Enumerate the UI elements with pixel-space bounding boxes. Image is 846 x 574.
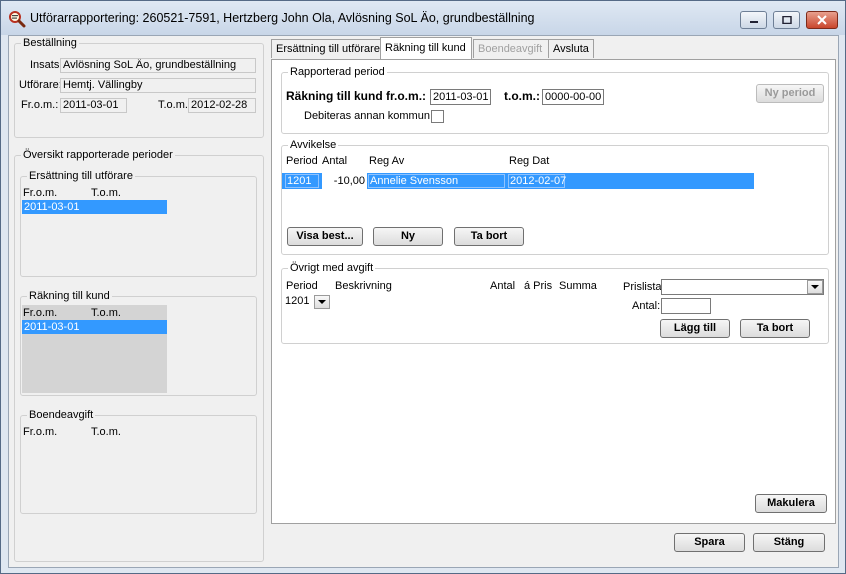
ersattning-col-from: Fr.o.m. [23, 187, 58, 199]
ersattning-row[interactable]: 2011-03-01 [22, 200, 167, 214]
stang-button[interactable]: Stäng [753, 533, 825, 552]
tab-avsluta-label: Avsluta [553, 43, 589, 55]
utforare-value: Hemtj. Vällingby [60, 78, 256, 93]
chevron-down-icon [318, 300, 326, 304]
close-icon [817, 15, 827, 25]
antal-input[interactable] [661, 298, 711, 314]
makulera-button[interactable]: Makulera [755, 494, 827, 513]
rakning-col-from: Fr.o.m. [23, 307, 58, 319]
minimize-icon [749, 21, 758, 23]
client-area: Beställning Insats: Avlösning SoL Äo, gr… [8, 35, 839, 568]
tom-input-label: t.o.m.: [504, 89, 540, 103]
main-window: Utförarrapportering: 260521-7591, Hertzb… [0, 0, 846, 574]
avvikelse-col-antal: Antal [322, 155, 348, 167]
tab-rakning-label: Räkning till kund [385, 42, 466, 54]
magnifier-report-icon [9, 11, 26, 28]
ny-period-button[interactable]: Ny period [756, 84, 824, 103]
period-combo-value: 1201 [285, 295, 310, 307]
ovrigt-col-beskrivning: Beskrivning [335, 280, 392, 292]
ersattning-subgroup: Ersättning till utförare Fr.o.m. T.o.m. … [20, 170, 257, 277]
from-label: Fr.o.m.: [21, 99, 59, 111]
tab-ersattning[interactable]: Ersättning till utförare [271, 39, 381, 58]
debiteras-label: Debiteras annan kommun: [304, 110, 434, 122]
boende-col-tom: T.o.m. [91, 426, 121, 438]
rapporterad-title: Rapporterad period [288, 66, 387, 78]
prislista-label: Prislista: [623, 281, 665, 293]
insats-label: Insats: [30, 59, 63, 71]
tab-avsluta[interactable]: Avsluta [548, 39, 594, 58]
insats-value: Avlösning SoL Äo, grundbeställning [60, 58, 256, 73]
prislista-dropdown-button[interactable] [807, 280, 823, 294]
ersattning-col-tom: T.o.m. [91, 187, 121, 199]
visa-best-button[interactable]: Visa best... [287, 227, 363, 246]
avvikelse-col-period: Period [286, 155, 318, 167]
tab-ersattning-label: Ersättning till utförare [276, 43, 380, 55]
prislista-select[interactable] [661, 279, 824, 295]
row-regdat: 2012-02-07 [508, 174, 567, 188]
ovrigt-title: Övrigt med avgift [288, 262, 376, 274]
tab-rakning[interactable]: Räkning till kund [380, 37, 472, 59]
chevron-down-icon [811, 285, 819, 289]
antal-label: Antal: [632, 300, 661, 312]
bestallning-title: Beställning [21, 37, 79, 49]
oversikt-group: Översikt rapporterade perioder Ersättnin… [14, 149, 264, 562]
lagg-till-button[interactable]: Lägg till [660, 319, 730, 338]
boende-title: Boendeavgift [27, 409, 96, 421]
row-regav: Annelie Svensson [368, 174, 505, 188]
avvikelse-ta-bort-button[interactable]: Ta bort [454, 227, 524, 246]
period-combo-button[interactable] [314, 295, 330, 309]
ny-button[interactable]: Ny [373, 227, 443, 246]
bestallning-group: Beställning Insats: Avlösning SoL Äo, gr… [14, 37, 264, 138]
maximize-button[interactable] [773, 11, 800, 29]
avvikelse-row[interactable]: 1201 -10,00 Annelie Svensson 2012-02-07 [282, 173, 754, 189]
rakning-subgroup: Räkning till kund Fr.o.m. T.o.m. 2011-03… [20, 290, 257, 396]
close-button[interactable] [806, 11, 838, 29]
boende-subgroup: Boendeavgift Fr.o.m. T.o.m. [20, 409, 257, 514]
tab-boendeavgift[interactable]: Boendeavgift [473, 39, 549, 58]
rakning-from-label-text: fr.o.m.: [386, 89, 427, 103]
row-antal-input[interactable]: -10,00 [322, 173, 367, 189]
tom-label: T.o.m.: [158, 99, 192, 111]
utforare-label: Utförare: [19, 79, 62, 91]
tab-panel-rakning: Rapporterad period Räkning till kund fr.… [271, 59, 836, 524]
debiteras-checkbox[interactable] [431, 110, 444, 123]
rakning-list[interactable]: Fr.o.m. T.o.m. 2011-03-01 [22, 305, 167, 393]
ovrigt-col-antal: Antal [490, 280, 516, 292]
boende-col-from: Fr.o.m. [23, 426, 58, 438]
rakning-row-from: 2011-03-01 [24, 321, 80, 333]
ovrigt-col-apris: á Pris [524, 280, 553, 292]
tom-input[interactable]: 0000-00-00 [542, 89, 604, 105]
rakning-col-tom: T.o.m. [91, 307, 121, 319]
avvikelse-col-regav: Reg Av [369, 155, 405, 167]
maximize-icon [781, 16, 792, 24]
spara-button[interactable]: Spara [674, 533, 745, 552]
ovrigt-col-summa: Summa [559, 280, 597, 292]
ovrigt-col-period: Period [286, 280, 318, 292]
from-input[interactable]: 2011-03-01 [430, 89, 491, 105]
title-bar: Utförarrapportering: 260521-7591, Hertzb… [1, 1, 845, 35]
ersattning-title: Ersättning till utförare [27, 170, 135, 182]
oversikt-title: Översikt rapporterade perioder [21, 149, 175, 161]
avvikelse-col-regdat: Reg Dat [509, 155, 550, 167]
tab-boendeavgift-label: Boendeavgift [478, 43, 543, 55]
ovrigt-group: Övrigt med avgift Period Beskrivning Ant… [281, 262, 829, 344]
ersattning-row-from: 2011-03-01 [24, 201, 80, 213]
avvikelse-title: Avvikelse [288, 139, 339, 151]
rakning-from-label: Räkning till kund fr.o.m.: [286, 89, 426, 103]
avvikelse-group: Avvikelse Period Antal Reg Av Reg Dat 12… [281, 139, 829, 255]
window-title: Utförarrapportering: 260521-7591, Hertzb… [30, 11, 535, 25]
rakning-prefix: Räkning till kund [286, 89, 387, 103]
rapporterad-group: Rapporterad period Räkning till kund fr.… [281, 66, 829, 134]
row-period: 1201 [285, 174, 319, 188]
period-combo[interactable]: 1201 [285, 294, 333, 310]
rakning-row[interactable]: 2011-03-01 [22, 320, 167, 334]
ovrigt-ta-bort-button[interactable]: Ta bort [740, 319, 810, 338]
from-value: 2011-03-01 [60, 98, 127, 113]
tom-value: 2012-02-28 [188, 98, 256, 113]
minimize-button[interactable] [740, 11, 767, 29]
rakning-title: Räkning till kund [27, 290, 112, 302]
